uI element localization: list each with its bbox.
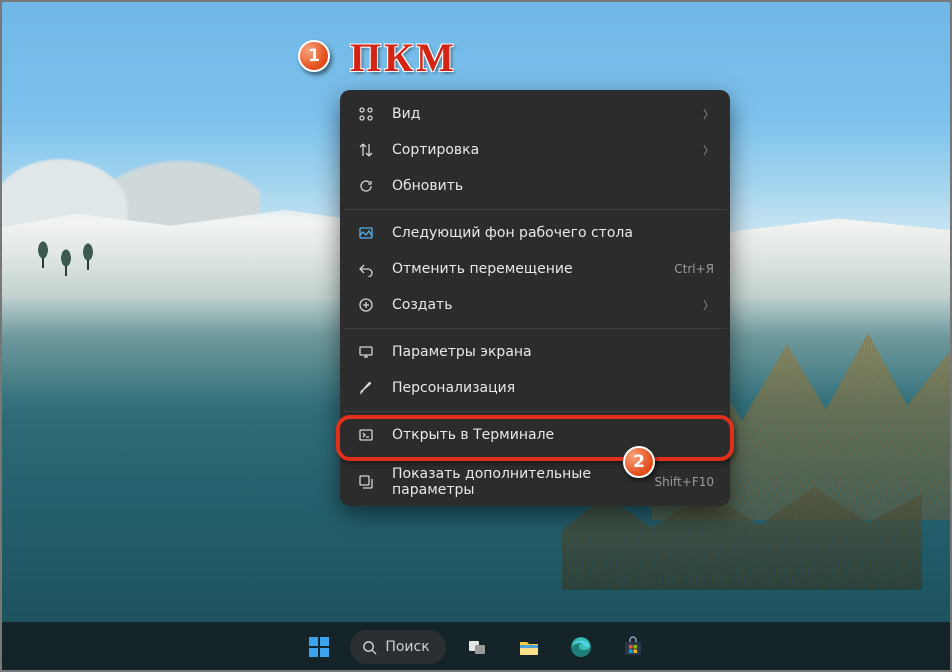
start-button[interactable] bbox=[298, 626, 340, 668]
show-more-icon bbox=[356, 472, 376, 492]
ctx-item-label: Показать дополнительные параметры bbox=[392, 466, 644, 498]
ctx-item-label: Открыть в Терминале bbox=[392, 427, 714, 443]
microsoft-store-button[interactable] bbox=[612, 626, 654, 668]
personalize-icon bbox=[356, 378, 376, 398]
wallpaper-tree bbox=[58, 248, 74, 278]
desktop-wallpaper[interactable]: 1 ПКМ Вид 〉 Сортировка 〉 Обновить bbox=[0, 0, 952, 672]
sort-icon bbox=[356, 140, 376, 160]
store-icon bbox=[622, 636, 644, 658]
ctx-separator bbox=[344, 209, 726, 210]
ctx-item-show-more-options[interactable]: Показать дополнительные параметры Shift+… bbox=[340, 464, 730, 500]
ctx-item-view[interactable]: Вид 〉 bbox=[340, 96, 730, 132]
taskbar-search[interactable]: Поиск bbox=[350, 630, 445, 664]
ctx-item-next-background[interactable]: Следующий фон рабочего стола bbox=[340, 215, 730, 251]
annotation-badge-2-text: 2 bbox=[633, 452, 645, 472]
annotation-badge-1: 1 bbox=[298, 40, 330, 72]
chevron-right-icon: 〉 bbox=[703, 142, 714, 158]
ctx-item-refresh[interactable]: Обновить bbox=[340, 168, 730, 204]
ctx-item-new[interactable]: Создать 〉 bbox=[340, 287, 730, 323]
ctx-item-label: Параметры экрана bbox=[392, 344, 714, 360]
ctx-separator bbox=[344, 411, 726, 412]
windows-logo-icon bbox=[308, 636, 330, 658]
search-icon bbox=[362, 640, 377, 655]
ctx-item-label: Отменить перемещение bbox=[392, 261, 664, 277]
refresh-icon bbox=[356, 176, 376, 196]
taskbar: Поиск bbox=[0, 622, 952, 672]
ctx-item-undo-move[interactable]: Отменить перемещение Ctrl+Я bbox=[340, 251, 730, 287]
wallpaper-tree bbox=[35, 240, 51, 270]
ctx-item-label: Вид bbox=[392, 106, 693, 122]
ctx-item-label: Обновить bbox=[392, 178, 714, 194]
ctx-item-display-settings[interactable]: Параметры экрана bbox=[340, 334, 730, 370]
ctx-item-label: Создать bbox=[392, 297, 693, 313]
edge-icon bbox=[570, 636, 592, 658]
wallpaper-icon bbox=[356, 223, 376, 243]
annotation-label: ПКМ bbox=[350, 34, 457, 81]
annotation-badge-2: 2 bbox=[623, 446, 655, 478]
task-view-button[interactable] bbox=[456, 626, 498, 668]
ctx-item-personalize[interactable]: Персонализация bbox=[340, 370, 730, 406]
chevron-right-icon: 〉 bbox=[703, 106, 714, 122]
view-grid-icon bbox=[356, 104, 376, 124]
ctx-item-label: Следующий фон рабочего стола bbox=[392, 225, 714, 241]
file-explorer-button[interactable] bbox=[508, 626, 550, 668]
ctx-separator bbox=[344, 458, 726, 459]
edge-button[interactable] bbox=[560, 626, 602, 668]
display-icon bbox=[356, 342, 376, 362]
ctx-shortcut: Shift+F10 bbox=[654, 475, 714, 489]
ctx-item-label: Персонализация bbox=[392, 380, 714, 396]
task-view-icon bbox=[467, 637, 487, 657]
ctx-item-label: Сортировка bbox=[392, 142, 693, 158]
ctx-shortcut: Ctrl+Я bbox=[674, 262, 714, 276]
ctx-item-open-terminal[interactable]: Открыть в Терминале bbox=[340, 417, 730, 453]
taskbar-search-label: Поиск bbox=[385, 639, 429, 655]
chevron-right-icon: 〉 bbox=[703, 297, 714, 313]
file-explorer-icon bbox=[518, 636, 540, 658]
undo-icon bbox=[356, 259, 376, 279]
terminal-icon bbox=[356, 425, 376, 445]
annotation-badge-1-text: 1 bbox=[308, 46, 320, 66]
ctx-item-sort[interactable]: Сортировка 〉 bbox=[340, 132, 730, 168]
wallpaper-tree bbox=[80, 242, 96, 272]
ctx-separator bbox=[344, 328, 726, 329]
desktop-context-menu: Вид 〉 Сортировка 〉 Обновить Следующий фо… bbox=[340, 90, 730, 506]
new-icon bbox=[356, 295, 376, 315]
